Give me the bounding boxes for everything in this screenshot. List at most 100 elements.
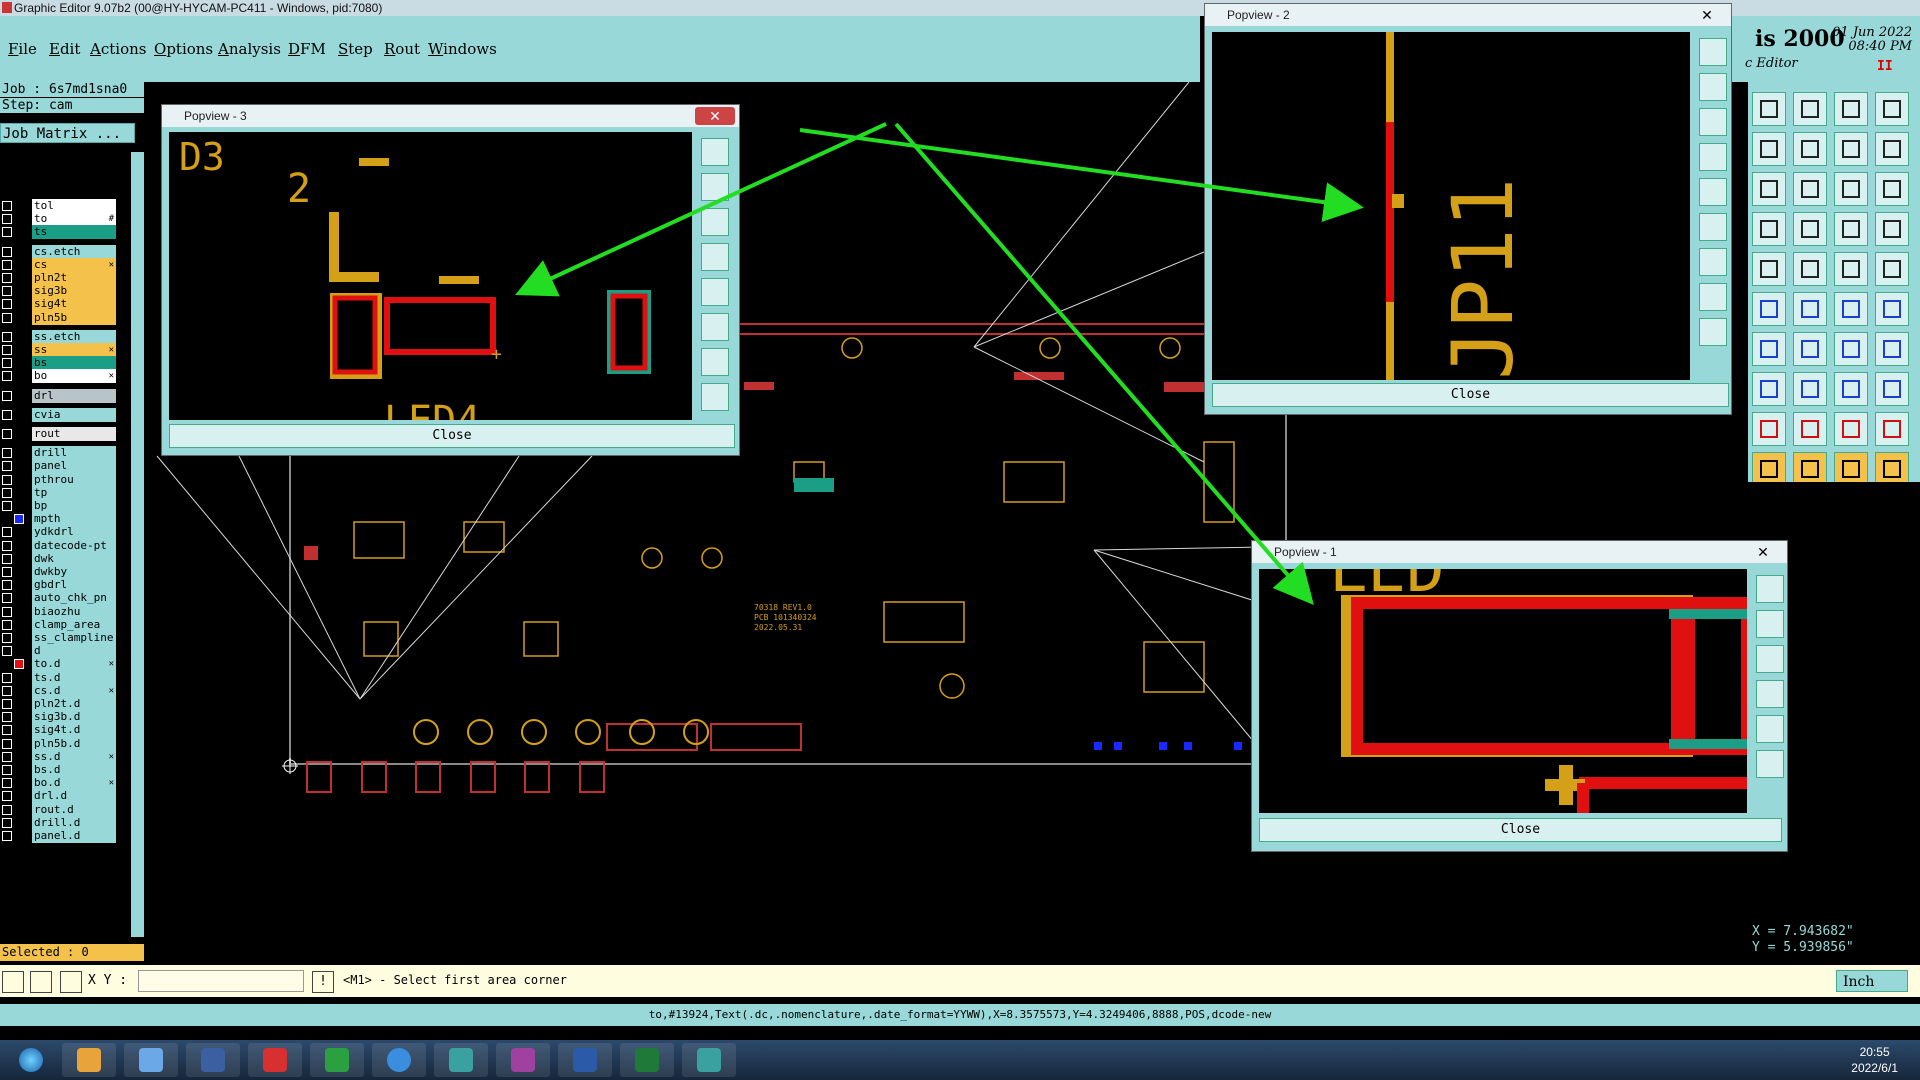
layer-checkbox[interactable]: [2, 619, 12, 630]
layer-row[interactable]: ss.etch: [0, 329, 118, 344]
pads-icon[interactable]: [1875, 372, 1909, 406]
layer-row[interactable]: drill.d: [0, 815, 118, 830]
layer-name[interactable]: ss_clampline: [32, 631, 116, 645]
taskbar-app-red[interactable]: [248, 1043, 302, 1077]
menu-edit[interactable]: Edit: [49, 40, 80, 58]
layer-name[interactable]: ts: [32, 225, 116, 240]
split-h-icon[interactable]: [1875, 332, 1909, 366]
popview-tool-icon[interactable]: [1699, 248, 1727, 276]
layer-row[interactable]: drl.d: [0, 789, 118, 804]
menu-analysis[interactable]: Analysis: [218, 40, 281, 58]
taskbar-app-x[interactable]: [496, 1043, 550, 1077]
layer-row[interactable]: ts.d: [0, 670, 118, 685]
layer-checkbox[interactable]: [2, 299, 12, 310]
layer-checkbox[interactable]: [2, 312, 12, 323]
dot-select-icon[interactable]: [1752, 252, 1786, 286]
ratio-icon[interactable]: [1834, 172, 1868, 206]
layer-checkbox[interactable]: [2, 487, 12, 498]
popview-tool-icon[interactable]: [701, 348, 729, 376]
popview-tool-icon[interactable]: [1699, 73, 1727, 101]
popview-2-canvas[interactable]: JP11: [1212, 32, 1690, 380]
layer-name[interactable]: bp: [32, 499, 116, 513]
layer-name[interactable]: pln5b: [32, 310, 116, 325]
layer-checkbox[interactable]: [2, 751, 12, 762]
layer-checkbox[interactable]: [2, 331, 12, 342]
fit-pad-icon[interactable]: [1834, 372, 1868, 406]
snap-icon[interactable]: [1875, 132, 1909, 166]
popview-1-close-button[interactable]: Close: [1259, 818, 1782, 842]
layer-checkbox[interactable]: [14, 514, 24, 525]
layer-row[interactable]: pln2t: [0, 271, 118, 285]
layer-checkbox[interactable]: [2, 527, 12, 538]
taskbar-app-bird[interactable]: [372, 1043, 426, 1077]
layer-checkbox[interactable]: [2, 371, 12, 382]
layer-name[interactable]: drill: [32, 446, 116, 461]
layer-name[interactable]: auto_chk_pn: [32, 591, 116, 606]
popview-tool-icon[interactable]: [1699, 38, 1727, 66]
layer-name[interactable]: cs.etch: [32, 244, 116, 259]
layer-row[interactable]: pthrou: [0, 472, 118, 487]
layer-row[interactable]: mpth: [0, 512, 118, 527]
layer-checkbox[interactable]: [2, 201, 12, 211]
layer-row[interactable]: rout.d: [0, 802, 118, 817]
layer-row[interactable]: ss ✕: [0, 343, 118, 357]
layer-row[interactable]: panel: [0, 459, 118, 474]
layer-name[interactable]: dwk: [32, 551, 116, 566]
taskbar-app-save[interactable]: [186, 1043, 240, 1077]
layer-checkbox[interactable]: [2, 699, 12, 709]
layer-checkbox[interactable]: [2, 448, 12, 459]
layer-checkbox[interactable]: [2, 540, 12, 551]
pad-icon[interactable]: [1752, 372, 1786, 406]
layer-checkbox[interactable]: [2, 501, 12, 511]
layer-checkbox[interactable]: [2, 672, 12, 683]
split-icon[interactable]: [1875, 92, 1909, 126]
popview-tool-icon[interactable]: [1699, 143, 1727, 171]
popview-tool-icon[interactable]: [701, 278, 729, 306]
popview-tool-icon[interactable]: [1699, 213, 1727, 241]
layer-name[interactable]: to.d: [32, 657, 116, 672]
layer-name[interactable]: cs: [32, 257, 116, 272]
layer-name[interactable]: bo: [32, 369, 116, 384]
layer-row[interactable]: auto_chk_pn: [0, 591, 118, 606]
pan-icon[interactable]: [1834, 132, 1868, 166]
popview-tool-icon[interactable]: [701, 383, 729, 411]
layer-row[interactable]: bo.d ✕: [0, 776, 118, 791]
popview-2-close-button[interactable]: Close: [1212, 383, 1729, 407]
layer-name[interactable]: to: [32, 212, 116, 227]
layer-checkbox[interactable]: [2, 831, 12, 841]
layer-name[interactable]: cvia: [32, 407, 116, 422]
layer-name[interactable]: d: [32, 644, 116, 659]
layer-row[interactable]: cs ✕: [0, 257, 118, 272]
popview-3-canvas[interactable]: D3 2 + LED4: [169, 132, 692, 420]
layer-name[interactable]: pthrou: [32, 472, 116, 487]
layer-row[interactable]: d: [0, 644, 118, 659]
layer-checkbox[interactable]: [2, 817, 12, 828]
route-icon[interactable]: [1875, 292, 1909, 326]
pause-icon[interactable]: II: [1877, 59, 1893, 74]
layer-checkbox[interactable]: [2, 429, 12, 439]
layer-row[interactable]: tol: [0, 199, 118, 213]
layer-checkbox[interactable]: [2, 712, 12, 723]
layer-checkbox[interactable]: [2, 409, 12, 420]
layer-name[interactable]: panel.d: [32, 829, 116, 843]
slash-icon[interactable]: [1793, 332, 1827, 366]
layer-name[interactable]: sig3b: [32, 284, 116, 299]
grid-icon[interactable]: [1793, 212, 1827, 246]
layer-checkbox[interactable]: [2, 390, 12, 401]
bucket-icon[interactable]: [1752, 212, 1786, 246]
layer-row[interactable]: bs.d: [0, 763, 118, 777]
layer-name[interactable]: rout.d: [32, 802, 116, 817]
menu-step[interactable]: Step: [338, 40, 373, 58]
layer-row[interactable]: panel.d: [0, 829, 118, 843]
layer-name[interactable]: panel: [32, 459, 116, 474]
layer-name[interactable]: mpth: [32, 512, 116, 527]
popview-3-close-button[interactable]: Close: [169, 424, 735, 448]
layer-scrollbar[interactable]: [131, 152, 144, 937]
popview-tool-icon[interactable]: [1756, 610, 1784, 638]
zoom-icon[interactable]: [1793, 172, 1827, 206]
layer-row[interactable]: tp: [0, 485, 118, 500]
menu-rout[interactable]: Rout: [384, 40, 420, 58]
popview-tool-icon[interactable]: [1756, 645, 1784, 673]
layer-row[interactable]: rout: [0, 427, 118, 441]
popview-tool-icon[interactable]: [1699, 283, 1727, 311]
